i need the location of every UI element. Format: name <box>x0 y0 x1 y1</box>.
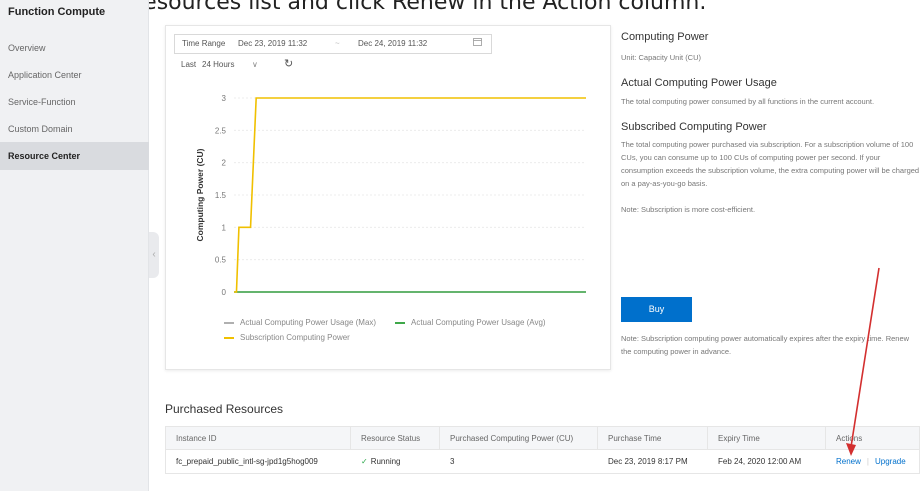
computing-power-chart-card: Time Range Dec 23, 2019 11:32 ~ Dec 24, … <box>165 25 611 370</box>
sidebar-item-custom-domain[interactable]: Custom Domain <box>0 115 149 143</box>
subscribed-desc: The total computing power purchased via … <box>621 140 920 188</box>
y-tick-label: 0 <box>222 288 227 297</box>
column-header-status: Resource Status <box>351 427 440 451</box>
legend-swatch <box>224 336 234 339</box>
legend-label: Actual Computing Power Usage (Avg) <box>411 318 546 327</box>
legend-item-subscription: Subscription Computing Power <box>224 333 350 342</box>
y-tick-label: 2 <box>222 159 227 168</box>
purchased-resources-title: Purchased Resources <box>165 402 284 416</box>
subscribed-heading: Subscribed Computing Power <box>621 121 767 133</box>
y-tick-label: 0.5 <box>215 256 227 265</box>
renew-link[interactable]: Renew <box>836 457 861 466</box>
legend-label: Subscription Computing Power <box>240 333 350 342</box>
y-tick-label: 3 <box>222 94 227 103</box>
column-header-purchase-time: Purchase Time <box>598 427 708 451</box>
column-header-actions: Actions <box>836 434 863 443</box>
column-header-power: Purchased Computing Power (CU) <box>440 427 598 451</box>
legend-label: Actual Computing Power Usage (Max) <box>240 318 377 327</box>
chevron-left-icon: ‹ <box>152 249 156 260</box>
legend-swatch <box>395 321 405 324</box>
actual-usage-desc: The total computing power consumed by al… <box>621 97 875 106</box>
actual-usage-heading: Actual Computing Power Usage <box>621 77 777 89</box>
y-axis-label: Computing Power (CU) <box>195 148 205 241</box>
cost-note: Note: Subscription is more cost-efficien… <box>621 205 756 214</box>
column-header-expiry-time: Expiry Time <box>708 427 826 451</box>
actions-cell: Renew | Upgrade <box>826 450 906 474</box>
column-header-instance-id: Instance ID <box>166 427 351 451</box>
sidebar-item-overview[interactable]: Overview <box>0 34 149 62</box>
upgrade-link[interactable]: Upgrade <box>875 457 906 466</box>
table-header: Instance ID Resource Status Purchased Co… <box>165 426 920 451</box>
sidebar-collapse-toggle[interactable]: ‹ <box>149 232 159 278</box>
y-tick-label: 2.5 <box>215 126 227 135</box>
buy-button[interactable]: Buy <box>621 297 692 322</box>
product-title: Function Compute <box>8 6 126 18</box>
sidebar-item-resource-center[interactable]: Resource Center <box>0 142 149 170</box>
sidebar-item-application-center[interactable]: Application Center <box>0 61 149 89</box>
status-text: Running <box>370 457 401 466</box>
status-cell: ✓ Running <box>351 450 401 474</box>
legend-swatch <box>224 321 234 324</box>
check-icon: ✓ <box>361 457 368 466</box>
table-row: fc_prepaid_public_intl-sg-jpd1g5hog009 ✓… <box>165 450 920 474</box>
instance-id-cell: fc_prepaid_public_intl-sg-jpd1g5hog009 <box>176 457 318 466</box>
unit-text: Unit: Capacity Unit (CU) <box>621 53 702 62</box>
purchase-time-cell: Dec 23, 2019 8:17 PM <box>608 457 688 466</box>
expiry-note: Note: Subscription computing power autom… <box>621 334 910 356</box>
sidebar-item-service-function[interactable]: Service-Function <box>0 88 149 116</box>
sidebar: Function Compute Overview Application Ce… <box>0 0 149 491</box>
computing-power-heading: Computing Power <box>621 31 709 43</box>
expiry-time-cell: Feb 24, 2020 12:00 AM <box>718 457 802 466</box>
action-separator: | <box>866 457 869 466</box>
y-tick-label: 1.5 <box>215 191 227 200</box>
power-cell: 3 <box>450 457 455 466</box>
legend-item-avg: Actual Computing Power Usage (Avg) <box>395 318 546 327</box>
y-tick-label: 1 <box>222 223 227 232</box>
legend-item-max: Actual Computing Power Usage (Max) <box>224 318 376 327</box>
